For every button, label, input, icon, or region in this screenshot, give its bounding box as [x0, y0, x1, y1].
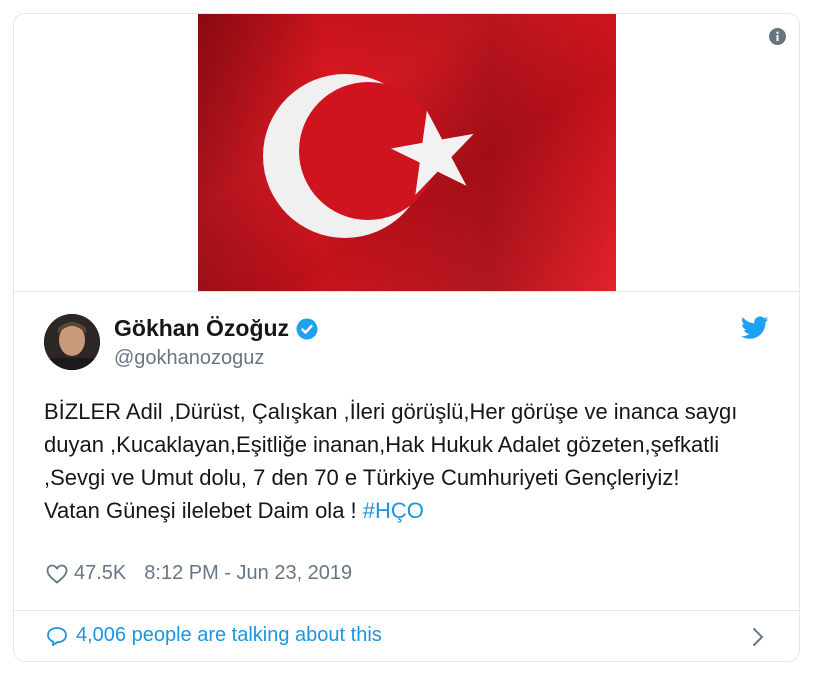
author-handle[interactable]: @gokhanozoguz [114, 347, 264, 370]
embedded-tweet-card: Gökhan Özoğuz @gokhanozoguz BİZLER Adil … [13, 13, 800, 662]
avatar[interactable] [44, 314, 100, 370]
chevron-right-icon[interactable] [751, 627, 765, 647]
info-icon[interactable] [769, 28, 786, 45]
author-name[interactable]: Gökhan Özoğuz [114, 315, 289, 342]
twitter-bird-icon[interactable] [741, 316, 769, 340]
turkish-flag-image[interactable] [198, 14, 616, 291]
talking-about-link[interactable]: 4,006 people are talking about this [76, 624, 382, 647]
speech-bubble-icon [47, 626, 67, 646]
tweet-media[interactable] [14, 14, 799, 292]
tweet-body: Gökhan Özoğuz @gokhanozoguz BİZLER Adil … [14, 292, 799, 606]
verified-badge-icon [296, 318, 318, 339]
tweet-text: BİZLER Adil ,Dürüst, Çalışkan ,İleri gör… [44, 395, 774, 527]
tweet-text-line: Vatan Güneşi ilelebet Daim ola ! #HÇO [44, 494, 774, 527]
tweet-text-line: BİZLER Adil ,Dürüst, Çalışkan ,İleri gör… [44, 399, 738, 490]
tweet-footer[interactable]: 4,006 people are talking about this [14, 610, 799, 661]
timestamp-link[interactable]: 8:12 PM - Jun 23, 2019 [144, 562, 352, 585]
hashtag-link[interactable]: #HÇO [363, 498, 424, 523]
heart-icon[interactable] [46, 564, 68, 584]
tweet-meta: 47.5K 8:12 PM - Jun 23, 2019 [46, 562, 352, 585]
tweet-text-prefix: Vatan Güneşi ilelebet Daim ola ! [44, 498, 363, 523]
like-count[interactable]: 47.5K [74, 562, 126, 585]
